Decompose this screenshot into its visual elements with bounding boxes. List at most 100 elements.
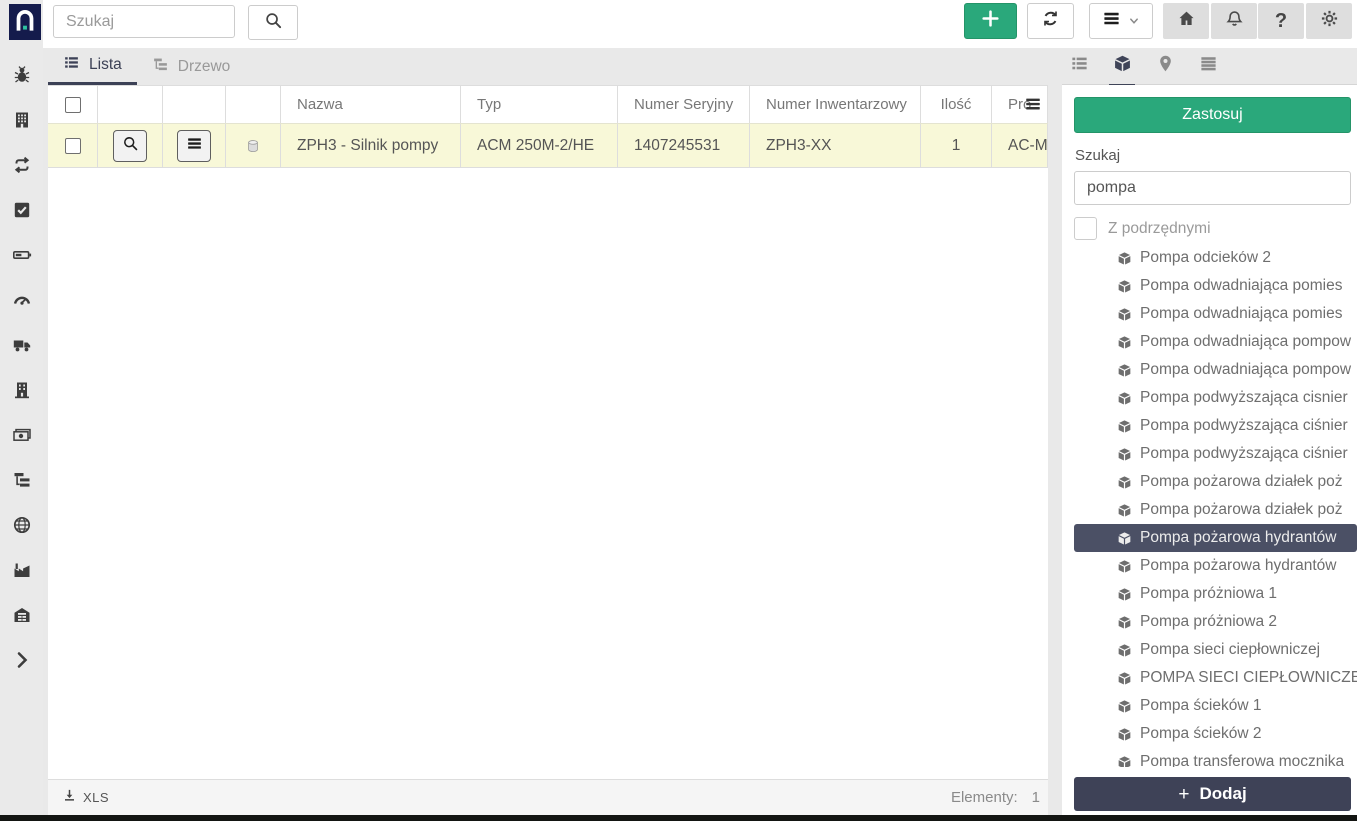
tree-item-label: Pompa próżniowa 1 — [1140, 585, 1277, 603]
arch-logo-icon — [12, 5, 38, 40]
cube-icon — [1117, 447, 1132, 462]
warehouse-icon[interactable] — [12, 605, 32, 625]
tree-item[interactable]: POMPA SIECI CIEPŁOWNICZEJ — [1074, 664, 1357, 692]
list-icon — [1070, 54, 1089, 78]
panel-search-input[interactable] — [1074, 171, 1351, 205]
cube-icon — [1117, 643, 1132, 658]
refresh-button[interactable] — [1027, 3, 1074, 39]
tree-item[interactable]: Pompa pożarowa hydrantów — [1074, 524, 1357, 552]
tree-item-label: Pompa ścieków 1 — [1140, 697, 1261, 715]
plus-icon: + — [1178, 785, 1189, 804]
tree-item-label: Pompa odwadniająca pomies — [1140, 277, 1342, 295]
tree-item[interactable]: Pompa podwyższająca cisnier — [1074, 384, 1357, 412]
table-row[interactable]: ZPH3 - Silnik pompy ACM 250M-2/HE 140724… — [48, 123, 1048, 168]
help-button[interactable]: ? — [1258, 3, 1304, 39]
tree-item[interactable]: Pompa odwadniająca pompow — [1074, 328, 1357, 356]
cube-icon — [1117, 335, 1132, 350]
add-label: Dodaj — [1199, 784, 1246, 804]
tree-item-label: Pompa sieci ciepłowniczej — [1140, 641, 1320, 659]
view-tabs: Lista Drzewo — [48, 48, 245, 85]
panel-tab-assets[interactable] — [1109, 48, 1135, 87]
add-asset-button[interactable]: + Dodaj — [1074, 777, 1351, 811]
search-icon — [122, 135, 139, 157]
tree-item[interactable]: Pompa odwadniająca pomies — [1074, 300, 1357, 328]
factory-icon[interactable] — [12, 560, 32, 580]
tree-item-label: Pompa transferowa mocznika — [1140, 753, 1344, 767]
tree-item[interactable]: Pompa sieci ciepłowniczej — [1074, 636, 1357, 664]
hierarchy-icon[interactable] — [12, 470, 32, 490]
tree-item[interactable]: Pompa pożarowa działek poż — [1074, 468, 1357, 496]
app-logo[interactable] — [9, 4, 41, 40]
add-button[interactable] — [964, 3, 1017, 39]
tree-item[interactable]: Pompa podwyższająca ciśnier — [1074, 412, 1357, 440]
table-header-ilosc[interactable]: Ilość — [921, 86, 992, 123]
row-details-button[interactable] — [113, 130, 147, 162]
tab-lista[interactable]: Lista — [48, 48, 137, 85]
tree-item[interactable]: Pompa ścieków 1 — [1074, 692, 1357, 720]
tree-item[interactable]: Pompa próżniowa 2 — [1074, 608, 1357, 636]
cube-icon — [1117, 419, 1132, 434]
column-settings-button[interactable] — [1024, 95, 1042, 113]
filter-panel: Zastosuj Szukaj Z podrzędnymi Pompa odci… — [1062, 85, 1357, 815]
buildings-icon[interactable] — [12, 110, 32, 130]
chevron-right-icon[interactable] — [12, 650, 32, 670]
panel-tab-list[interactable] — [1066, 48, 1092, 84]
cube-icon — [1117, 559, 1132, 574]
row-checkbox[interactable] — [65, 138, 81, 154]
apply-button[interactable]: Zastosuj — [1074, 97, 1351, 133]
tree-item[interactable]: Pompa pożarowa hydrantów — [1074, 552, 1357, 580]
bug-icon[interactable] — [12, 65, 32, 85]
tree-item[interactable]: Pompa podwyższająca ciśnier — [1074, 440, 1357, 468]
tree-item[interactable]: Pompa odcieków 2 — [1074, 251, 1357, 272]
menu-dropdown-button[interactable] — [1089, 3, 1153, 39]
subtree-checkbox[interactable] — [1074, 217, 1097, 240]
tree-item-label: Pompa pożarowa działek poż — [1140, 473, 1342, 491]
cell-ilosc: 1 — [921, 124, 992, 167]
panel-tab-table[interactable] — [1195, 48, 1221, 84]
cell-numer-inwentarzowy: ZPH3-XX — [750, 124, 921, 167]
tree-item[interactable]: Pompa pożarowa działek poż — [1074, 496, 1357, 524]
home-button[interactable] — [1163, 3, 1209, 39]
notifications-button[interactable] — [1211, 3, 1257, 39]
settings-button[interactable] — [1306, 3, 1352, 39]
export-xls-button[interactable]: XLS — [62, 788, 109, 808]
table-header-typ[interactable]: Typ — [461, 86, 618, 123]
map-pin-icon — [1156, 54, 1175, 78]
tree-item[interactable]: Pompa transferowa mocznika — [1074, 748, 1357, 767]
gear-icon — [1320, 9, 1339, 33]
subtree-option: Z podrzędnymi — [1074, 217, 1211, 240]
hamburger-icon — [1102, 9, 1121, 33]
tree-item[interactable]: Pompa odwadniająca pomies — [1074, 272, 1357, 300]
tree-item[interactable]: Pompa ścieków 2 — [1074, 720, 1357, 748]
row-menu-button[interactable] — [177, 130, 211, 162]
panel-tab-location[interactable] — [1152, 48, 1178, 84]
tree-item[interactable]: Pompa próżniowa 1 — [1074, 580, 1357, 608]
tree-item-label: Pompa odwadniająca pomies — [1140, 305, 1342, 323]
repeat-icon[interactable] — [12, 155, 32, 175]
table-header-numer-inwentarzowy[interactable]: Numer Inwentarzowy — [750, 86, 921, 123]
table-header-numer-seryjny[interactable]: Numer Seryjny — [618, 86, 750, 123]
search-button[interactable] — [248, 5, 298, 40]
refresh-icon — [1041, 9, 1060, 33]
tree-item[interactable]: Pompa odwadniająca pompow — [1074, 356, 1357, 384]
cube-icon — [1117, 363, 1132, 378]
tree-item-label: Pompa pożarowa działek poż — [1140, 501, 1342, 519]
tree-item-label: POMPA SIECI CIEPŁOWNICZEJ — [1140, 669, 1357, 687]
tab-drzewo[interactable]: Drzewo — [137, 48, 246, 85]
cube-icon — [1117, 531, 1132, 546]
battery-icon[interactable] — [12, 245, 32, 265]
select-all-checkbox[interactable] — [65, 97, 81, 113]
search-input[interactable] — [53, 5, 235, 38]
gauge-icon[interactable] — [12, 290, 32, 310]
list-icon — [63, 54, 80, 76]
globe-icon[interactable] — [12, 515, 32, 535]
bank-icon[interactable] — [12, 380, 32, 400]
banknote-icon[interactable] — [12, 425, 32, 445]
truck-icon[interactable] — [12, 335, 32, 355]
check-square-icon[interactable] — [12, 200, 32, 220]
cube-icon — [1117, 615, 1132, 630]
app-window: ? Lista Drzewo — [0, 0, 1357, 821]
table-header-nazwa[interactable]: Nazwa — [281, 86, 461, 123]
plus-icon — [980, 8, 1001, 34]
results-table: Nazwa Typ Numer Seryjny Numer Inwentarzo… — [48, 85, 1048, 779]
